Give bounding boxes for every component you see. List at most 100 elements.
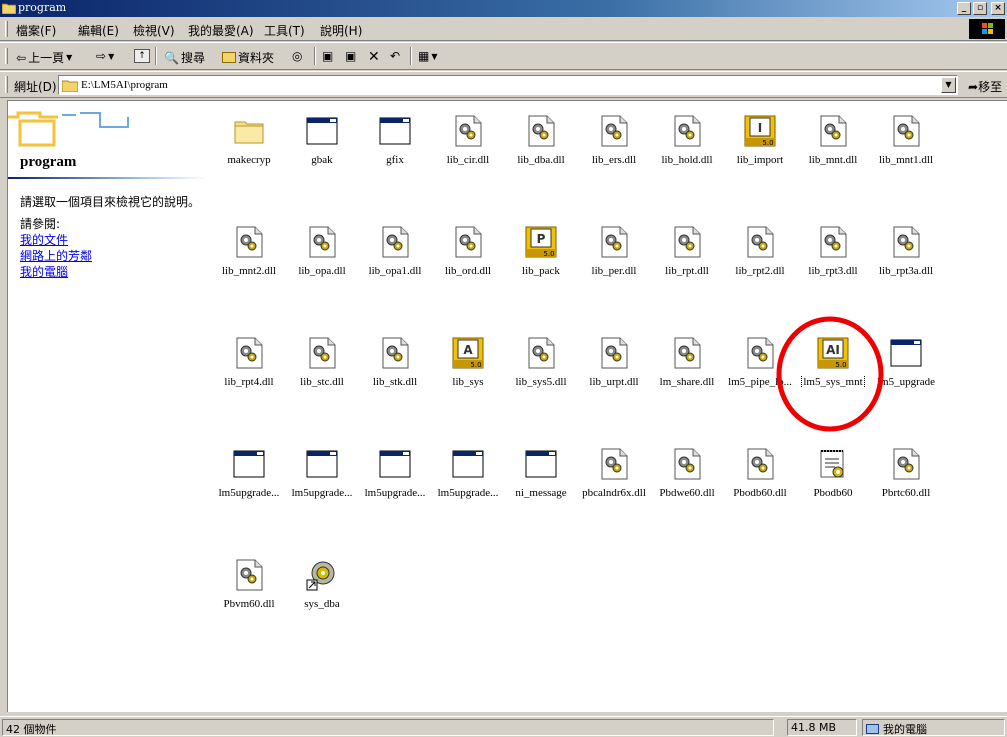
file-item[interactable]: lib_hold.dll [649, 115, 721, 175]
menu-tools[interactable]: 工具(T) [264, 22, 305, 39]
dll-gear-icon [525, 337, 557, 369]
search-label: 搜尋 [180, 51, 205, 65]
file-item[interactable]: lib_rpt2.dll [722, 226, 794, 286]
copy-to-icon: ▣ [345, 49, 357, 63]
file-name: lm5upgrade... [291, 487, 353, 499]
file-label: ni_message [499, 487, 583, 499]
file-item[interactable]: lm5upgrade... [211, 448, 283, 508]
delete-button[interactable]: ✕ [368, 49, 380, 65]
file-item[interactable]: lib_rpt.dll [649, 226, 721, 286]
file-item[interactable]: lm5upgrade... [284, 448, 356, 508]
file-item[interactable]: lib_rpt3.dll [795, 226, 867, 286]
file-name: lib_mnt.dll [808, 154, 858, 166]
history-icon: ◎ [292, 49, 303, 63]
file-item[interactable]: Pbvm60.dll [211, 559, 283, 619]
standard-toolbar: ⇦ 上一頁 ▼ ⇨ ▼ ↑ 🔍 搜尋 資料夾 ◎ ▣ ▣ ✕ ↶ ▦ ▼ [0, 42, 1007, 70]
dll-gear-icon [452, 226, 484, 258]
file-item[interactable]: lib_ers.dll [576, 115, 648, 175]
close-button[interactable]: × [991, 2, 1005, 15]
back-button[interactable]: ⇦ 上一頁 ▼ [16, 49, 72, 66]
up-button[interactable]: ↑ [134, 49, 150, 63]
file-name: lib_rpt3a.dll [878, 265, 934, 277]
folders-button[interactable]: 資料夾 [222, 49, 274, 66]
file-item[interactable]: sys_dba [284, 559, 356, 619]
file-item[interactable]: lib_ord.dll [430, 226, 502, 286]
link-my-documents[interactable]: 我的文件 [20, 231, 68, 248]
toolbar-grip[interactable] [5, 48, 8, 64]
exe-window-icon [233, 448, 265, 480]
file-name: ni_message [515, 487, 567, 499]
file-name: lib_per.dll [591, 265, 637, 277]
file-item[interactable]: lib_dba.dll [503, 115, 575, 175]
go-label: 移至 [978, 80, 1003, 94]
file-label: lib_mnt.dll [791, 154, 875, 166]
file-name: Pbvm60.dll [223, 598, 275, 610]
search-button[interactable]: 🔍 搜尋 [164, 49, 205, 66]
dll-gear-icon [598, 226, 630, 258]
menu-file[interactable]: 檔案(F) [16, 22, 56, 39]
views-button[interactable]: ▦ ▼ [418, 49, 438, 63]
title-bar[interactable]: program _ ▫ × [0, 0, 1007, 17]
file-item[interactable]: lib_mnt1.dll [868, 115, 940, 175]
dll-gear-icon [598, 337, 630, 369]
menu-grip[interactable] [5, 21, 8, 37]
address-dropdown-button[interactable]: ▼ [941, 77, 956, 93]
file-item[interactable]: 5.0 Plib_pack [503, 226, 575, 286]
file-item[interactable]: lib_cir.dll [430, 115, 502, 175]
folders-label: 資料夾 [238, 51, 275, 65]
file-item[interactable]: gfix [357, 115, 429, 175]
file-item[interactable]: lib_opa.dll [284, 226, 356, 286]
file-item[interactable]: lib_rpt3a.dll [868, 226, 940, 286]
file-item[interactable]: lib_opa1.dll [357, 226, 429, 286]
file-item[interactable]: lib_stk.dll [357, 337, 429, 397]
exe-window-icon [452, 448, 484, 480]
address-input[interactable]: E:\LM5AI\program ▼ [58, 75, 958, 95]
file-item[interactable]: lm5upgrade... [357, 448, 429, 508]
file-item[interactable]: lib_mnt2.dll [211, 226, 283, 286]
file-item[interactable]: 5.0 Ilib_import [722, 115, 794, 175]
history-button[interactable]: ◎ [292, 49, 302, 63]
file-name: lib_rpt4.dll [224, 376, 274, 388]
menu-help[interactable]: 說明(H) [320, 22, 362, 39]
forward-button[interactable]: ⇨ ▼ [96, 49, 114, 63]
file-item[interactable]: lib_rpt4.dll [211, 337, 283, 397]
file-item[interactable]: lib_stc.dll [284, 337, 356, 397]
file-item[interactable]: lib_sys5.dll [503, 337, 575, 397]
file-item[interactable]: lib_mnt.dll [795, 115, 867, 175]
file-item[interactable]: gbak [284, 115, 356, 175]
app50-icon: 5.0 I [744, 115, 776, 147]
file-item[interactable]: lib_per.dll [576, 226, 648, 286]
back-label: 上一頁 [28, 51, 65, 65]
dll-gear-icon [744, 226, 776, 258]
link-my-computer[interactable]: 我的電腦 [20, 263, 68, 280]
move-to-button[interactable]: ▣ [322, 49, 333, 63]
file-name: lib_opa.dll [298, 265, 346, 277]
file-item[interactable]: Pbrtc60.dll [868, 448, 940, 508]
file-item[interactable]: lm_share.dll [649, 337, 721, 397]
folder-view[interactable]: program 請選取一個項目來檢視它的說明。 請參閱: 我的文件 網路上的芳鄰… [7, 100, 1007, 712]
file-name: lib_dba.dll [517, 154, 565, 166]
address-grip[interactable] [5, 76, 8, 93]
undo-button[interactable]: ↶ [390, 49, 400, 63]
file-name: lm5upgrade... [364, 487, 426, 499]
file-item[interactable]: pbcalndr6x.dll [576, 448, 648, 508]
menu-edit[interactable]: 編輯(E) [78, 22, 119, 39]
file-item[interactable]: lm5upgrade... [430, 448, 502, 508]
file-item[interactable]: makecryp [211, 115, 283, 175]
dll-gear-icon [671, 448, 703, 480]
menu-favorites[interactable]: 我的最愛(A) [188, 22, 254, 39]
file-item[interactable]: Pbdwe60.dll [649, 448, 721, 508]
menu-view[interactable]: 檢視(V) [133, 22, 175, 39]
go-button[interactable]: ➦移至 [968, 78, 1002, 95]
file-item[interactable]: Pbodb60 [795, 448, 867, 508]
minimize-button[interactable]: _ [957, 2, 971, 15]
file-item[interactable]: ni_message [503, 448, 575, 508]
link-network-places[interactable]: 網路上的芳鄰 [20, 247, 92, 264]
file-item[interactable]: Pbodb60.dll [722, 448, 794, 508]
copy-to-button[interactable]: ▣ [345, 49, 356, 63]
maximize-button[interactable]: ▫ [973, 2, 987, 15]
status-location-text: 我的電腦 [883, 723, 927, 736]
dll-gear-icon [525, 115, 557, 147]
file-item[interactable]: lib_urpt.dll [576, 337, 648, 397]
file-item[interactable]: 5.0 Alib_sys [430, 337, 502, 397]
